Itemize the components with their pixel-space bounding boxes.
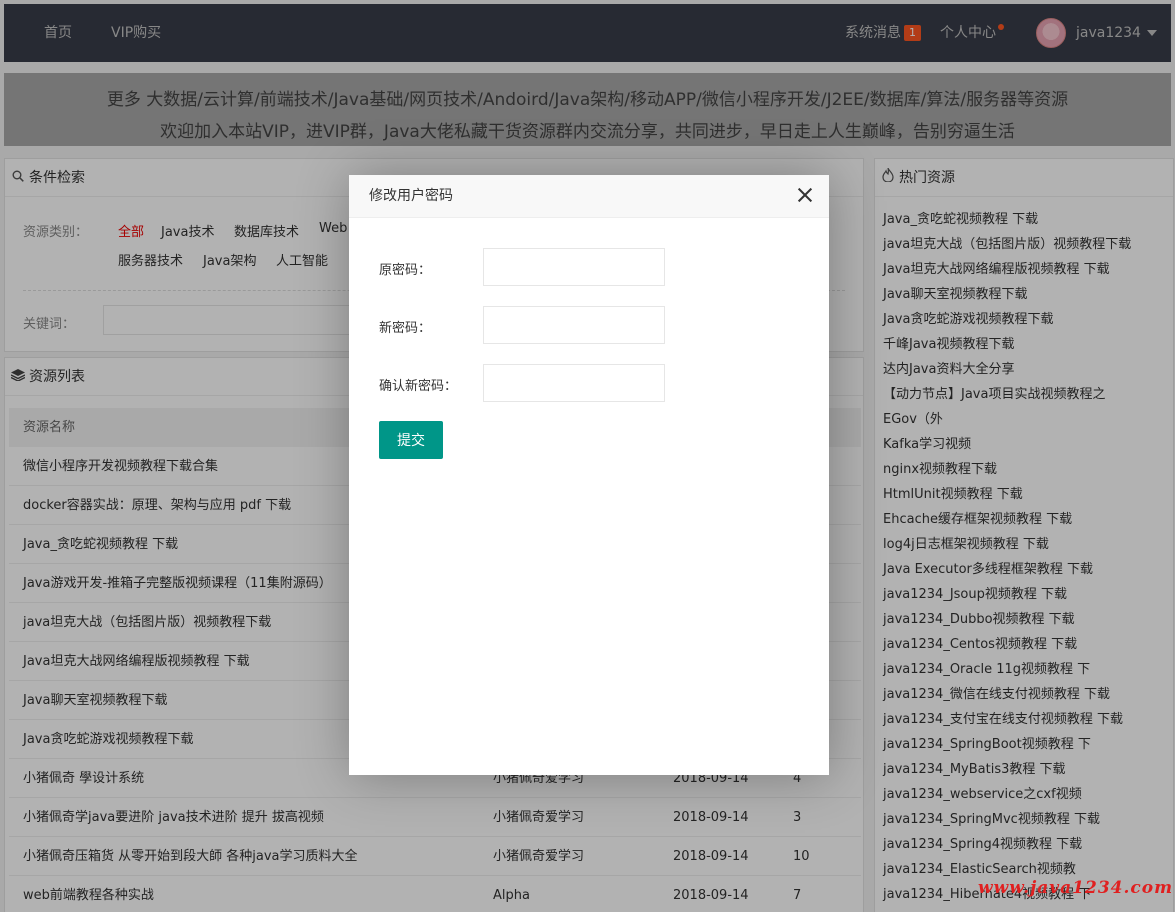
change-password-dialog: 修改用户密码 原密码： 新密码： 确认新密码： 提交 [349,175,829,775]
confirm-password-label: 确认新密码： [379,379,458,394]
old-password-input[interactable] [483,248,665,286]
new-password-input[interactable] [483,306,665,344]
submit-button[interactable]: 提交 [379,421,443,459]
close-icon[interactable] [797,187,813,203]
old-password-label: 原密码： [379,263,432,278]
confirm-password-input[interactable] [483,364,665,402]
new-password-label: 新密码： [379,321,432,336]
site-watermark: www.java1234.com [978,878,1174,898]
dialog-title: 修改用户密码 [349,175,829,218]
